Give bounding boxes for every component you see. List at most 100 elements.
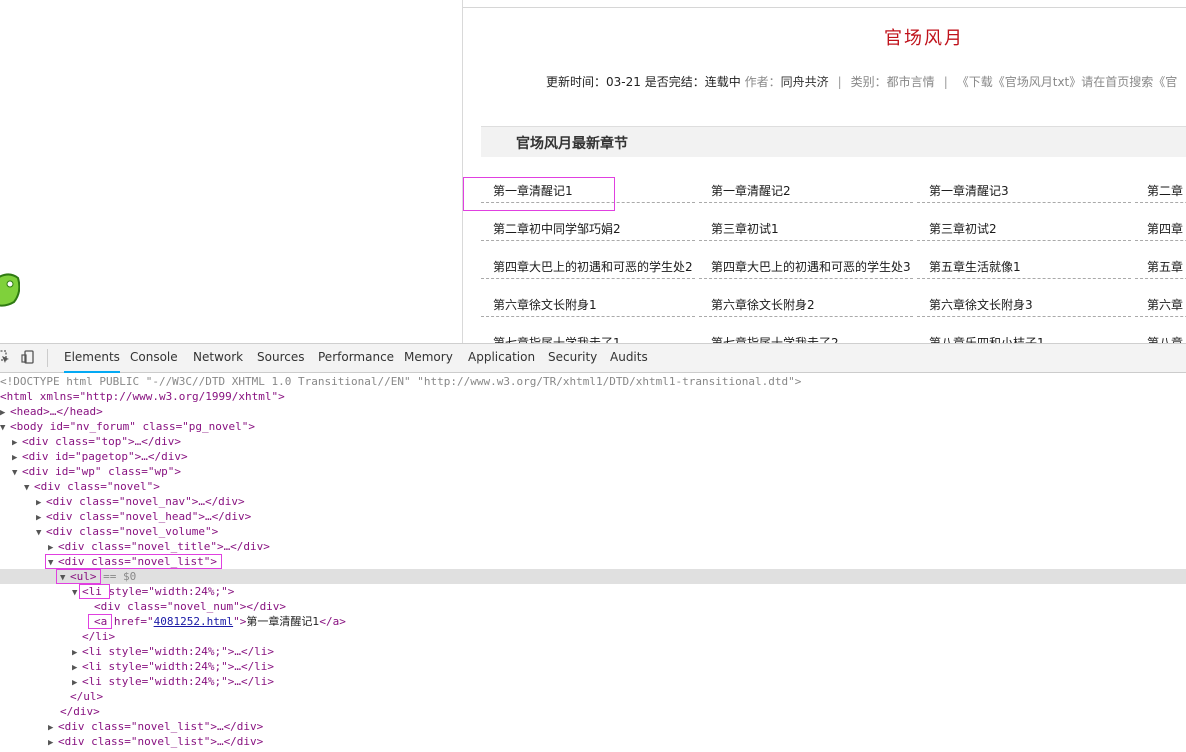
inspect-element-icon[interactable] xyxy=(0,350,10,364)
chapter-link[interactable]: 第三章初试2 xyxy=(917,215,1131,241)
dom-node[interactable]: ▶ <li style="width:24%;">…</li> xyxy=(0,644,1186,659)
tab-memory[interactable]: Memory xyxy=(404,344,453,371)
complete-value: 连载中 xyxy=(704,75,741,89)
dom-node-selected[interactable]: ▼ <ul> == $0 xyxy=(0,569,1186,584)
tab-elements[interactable]: Elements xyxy=(64,344,120,373)
dom-node[interactable]: ▶ <div class="novel_head">…</div> xyxy=(0,509,1186,524)
node-text: </div> xyxy=(60,705,100,718)
chapter-link[interactable]: 第四章 xyxy=(1135,215,1186,241)
chapter-row: 第四章大巴上的初遇和可恶的学生处2 第四章大巴上的初遇和可恶的学生处3 第五章生… xyxy=(481,253,1186,291)
tab-sources[interactable]: Sources xyxy=(257,344,304,371)
tab-console[interactable]: Console xyxy=(130,344,178,371)
dom-node[interactable]: ▶ <li style="width:24%;">…</li> xyxy=(0,659,1186,674)
node-text: </a> xyxy=(319,615,346,628)
node-text: <div class="novel_volume"> xyxy=(46,525,219,538)
chapter-link[interactable]: 第一章清醒记2 xyxy=(699,177,913,203)
chapter-link[interactable]: 第七章指尾十学我走了1 xyxy=(481,329,695,343)
chapter-row: 第二章初中同学邹巧娟2 第三章初试1 第三章初试2 第四章 xyxy=(481,215,1186,253)
chapter-link[interactable]: 第二章 xyxy=(1135,177,1186,203)
update-value: 03-21 xyxy=(606,75,641,89)
dom-node[interactable]: ▼ <body id="nv_forum" class="pg_novel"> xyxy=(0,419,1186,434)
node-text: <div class="novel_head">…</div> xyxy=(46,510,252,523)
dom-node[interactable]: <a href="4081252.html">第一章清醒记1</a> xyxy=(0,614,1186,629)
node-text: <body id="nv_forum" class="pg_novel"> xyxy=(10,420,256,433)
node-text: <div class="novel"> xyxy=(34,480,160,493)
node-text: <div class="novel_list">…</div> xyxy=(58,735,264,748)
dom-node[interactable]: ▶ <div class="novel_nav">…</div> xyxy=(0,494,1186,509)
dom-node[interactable]: ▶ <head>…</head> xyxy=(0,404,1186,419)
dom-node[interactable]: <div class="novel_num"></div> xyxy=(0,599,1186,614)
chapter-link[interactable]: 第三章初试1 xyxy=(699,215,913,241)
tab-audits[interactable]: Audits xyxy=(610,344,648,371)
selected-marker: == $0 xyxy=(103,570,137,583)
complete-label: 是否完结： xyxy=(644,75,705,89)
dom-tree: <!DOCTYPE html PUBLIC "-//W3C//DTD XHTML… xyxy=(0,374,1186,749)
highlight-box-ul xyxy=(56,569,101,584)
novel-meta: 更新时间：03-21 是否完结：连载中 作者：同舟共济 | 类别：都市言情 | 《下载《… xyxy=(546,73,1177,90)
author-label: 作者： xyxy=(744,75,781,89)
chapter-link[interactable]: 第四章大巴上的初遇和可恶的学生处3 xyxy=(699,253,913,279)
green-frog-icon xyxy=(0,273,20,307)
node-text: <div class="novel_list">…</div> xyxy=(58,720,264,733)
href-link[interactable]: 4081252.html xyxy=(154,615,233,628)
dom-node[interactable]: <!DOCTYPE html PUBLIC "-//W3C//DTD XHTML… xyxy=(0,374,1186,389)
chapter-link[interactable]: 第八章乐四和小桔子1 xyxy=(917,329,1131,343)
chapter-link[interactable]: 第五章生活就像1 xyxy=(917,253,1131,279)
node-text: <div class="top">…</div> xyxy=(22,435,181,448)
dom-node[interactable]: ▼ <div id="wp" class="wp"> xyxy=(0,464,1186,479)
dom-node[interactable]: <html xmlns="http://www.w3.org/1999/xhtm… xyxy=(0,389,1186,404)
tab-application[interactable]: Application xyxy=(468,344,535,371)
node-text: <li style="width:24%;">…</li> xyxy=(82,645,275,658)
highlight-box-first-chapter xyxy=(463,177,615,211)
dom-node[interactable]: </li> xyxy=(0,629,1186,644)
chapter-link[interactable]: 第二章初中同学邹巧娟2 xyxy=(481,215,695,241)
devtools-panel: Elements Console Network Sources Perform… xyxy=(0,343,1186,752)
chapter-link[interactable]: 第一章清醒记3 xyxy=(917,177,1131,203)
chapter-link[interactable]: 第七章指尾十学我走了2 xyxy=(699,329,913,343)
node-text: "> xyxy=(233,615,247,628)
chapter-link[interactable]: 第五章 xyxy=(1135,253,1186,279)
blank-left-area xyxy=(0,0,462,343)
device-toolbar-icon[interactable] xyxy=(21,350,35,364)
dom-node[interactable]: ▶ <div class="novel_list">…</div> xyxy=(0,719,1186,734)
category-value: 都市言情 xyxy=(886,75,935,89)
dom-node[interactable]: ▼ <li style="width:24%;"> xyxy=(0,584,1186,599)
dom-node[interactable]: ▶ <div class="novel_title">…</div> xyxy=(0,539,1186,554)
chapter-link[interactable]: 第六章徐文长附身1 xyxy=(481,291,695,317)
node-text: </li> xyxy=(82,630,116,643)
tab-network[interactable]: Network xyxy=(193,344,243,371)
page-viewport: 官场风月 更新时间：03-21 是否完结：连载中 作者：同舟共济 | 类别：都市言情… xyxy=(0,0,1186,343)
chapter-link[interactable]: 第八章 xyxy=(1135,329,1186,343)
highlight-box-a xyxy=(88,614,112,629)
dom-node[interactable]: </div> xyxy=(0,704,1186,719)
dom-node[interactable]: ▶ <li style="width:24%;">…</li> xyxy=(0,674,1186,689)
chapter-link[interactable]: 第四章大巴上的初遇和可恶的学生处2 xyxy=(481,253,695,279)
doctype-text: <!DOCTYPE html PUBLIC "-//W3C//DTD XHTML… xyxy=(0,375,802,388)
highlight-box-li xyxy=(79,584,110,599)
update-label: 更新时间： xyxy=(546,75,607,89)
node-text: <div class="novel_title">…</div> xyxy=(58,540,270,553)
chapter-link[interactable]: 第六章 xyxy=(1135,291,1186,317)
latest-chapters-title: 官场风月最新章节 xyxy=(516,136,628,152)
dom-node[interactable]: ▶ <div class="novel_list">…</div> xyxy=(0,734,1186,749)
dom-node[interactable]: ▼ <div class="novel"> xyxy=(0,479,1186,494)
expand-arrow-icon[interactable]: ▶ xyxy=(48,736,58,751)
chapter-link[interactable]: 第六章徐文长附身3 xyxy=(917,291,1131,317)
dom-node[interactable]: ▶ <div class="top">…</div> xyxy=(0,434,1186,449)
toolbar-separator xyxy=(47,349,48,367)
tab-security[interactable]: Security xyxy=(548,344,597,371)
meta-separator: | xyxy=(943,75,948,89)
highlight-box-novel-list xyxy=(45,554,222,569)
node-text: <div id="pagetop">…</div> xyxy=(22,450,188,463)
node-text: <html xmlns="http://www.w3.org/1999/xhtm… xyxy=(0,390,285,403)
dom-node[interactable]: ▼ <div class="novel_volume"> xyxy=(0,524,1186,539)
dom-node[interactable]: ▶ <div id="pagetop">…</div> xyxy=(0,449,1186,464)
chapter-link[interactable]: 第六章徐文长附身2 xyxy=(699,291,913,317)
node-text: <div id="wp" class="wp"> xyxy=(22,465,181,478)
dom-node[interactable]: </ul> xyxy=(0,689,1186,704)
author-link[interactable]: 同舟共济 xyxy=(781,75,829,89)
node-text: <div class="novel_nav">…</div> xyxy=(46,495,245,508)
tab-performance[interactable]: Performance xyxy=(318,344,394,371)
header-line xyxy=(463,7,1186,8)
dom-node[interactable]: ▼ <div class="novel_list"> xyxy=(0,554,1186,569)
